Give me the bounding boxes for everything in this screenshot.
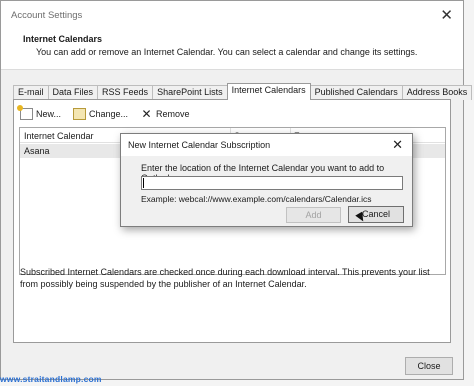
calendar-name: Asana — [24, 146, 50, 156]
tab-sharepoint-lists[interactable]: SharePoint Lists — [152, 85, 228, 100]
section-title: Internet Calendars — [23, 34, 103, 44]
watermark-text: www.straitandlamp.com — [0, 374, 102, 384]
dialog-title-bar: New Internet Calendar Subscription ✕ — [121, 134, 412, 156]
url-example: Example: webcal://www.example.com/calend… — [141, 194, 372, 204]
dialog-close-icon[interactable]: ✕ — [392, 137, 403, 153]
info-note: Subscribed Internet Calendars are checke… — [20, 267, 430, 289]
calendar-url-input[interactable] — [141, 176, 403, 190]
remove-button[interactable]: ✕ Remove — [140, 108, 190, 120]
title-bar: Account Settings ✕ — [1, 1, 463, 29]
section-description: You can add or remove an Internet Calend… — [36, 47, 418, 57]
tab-rss-feeds[interactable]: RSS Feeds — [97, 85, 154, 100]
remove-x-icon: ✕ — [141, 107, 152, 121]
change-settings-icon — [73, 108, 87, 120]
new-button[interactable]: New... — [17, 105, 62, 120]
text-caret — [143, 178, 144, 188]
tab-internet-calendars[interactable]: Internet Calendars — [226, 83, 311, 100]
window-close-icon[interactable]: ✕ — [440, 6, 453, 24]
tab-email[interactable]: E-mail — [13, 85, 49, 100]
change-button-label: Change... — [89, 109, 129, 119]
tab-data-files[interactable]: Data Files — [47, 85, 99, 100]
remove-button-label: Remove — [156, 109, 190, 119]
window-title: Account Settings — [11, 10, 83, 21]
change-button[interactable]: Change... — [73, 108, 128, 120]
tab-strip: E-mail Data Files RSS Feeds SharePoint L… — [13, 83, 473, 100]
tab-published-calendars[interactable]: Published Calendars — [309, 85, 403, 100]
section-header: Internet Calendars You can add or remove… — [1, 29, 463, 70]
tab-address-books[interactable]: Address Books — [401, 85, 473, 100]
toolbar: New... Change... ✕ Remove — [17, 105, 190, 120]
column-header-internet-calendar[interactable]: Internet Calendar — [24, 131, 94, 141]
new-calendar-subscription-dialog: New Internet Calendar Subscription ✕ Ent… — [120, 133, 413, 227]
close-button[interactable]: Close — [405, 357, 453, 375]
new-item-icon — [17, 105, 33, 120]
new-button-label: New... — [36, 109, 62, 119]
dialog-title: New Internet Calendar Subscription — [128, 140, 271, 150]
add-button[interactable]: Add — [286, 207, 341, 223]
